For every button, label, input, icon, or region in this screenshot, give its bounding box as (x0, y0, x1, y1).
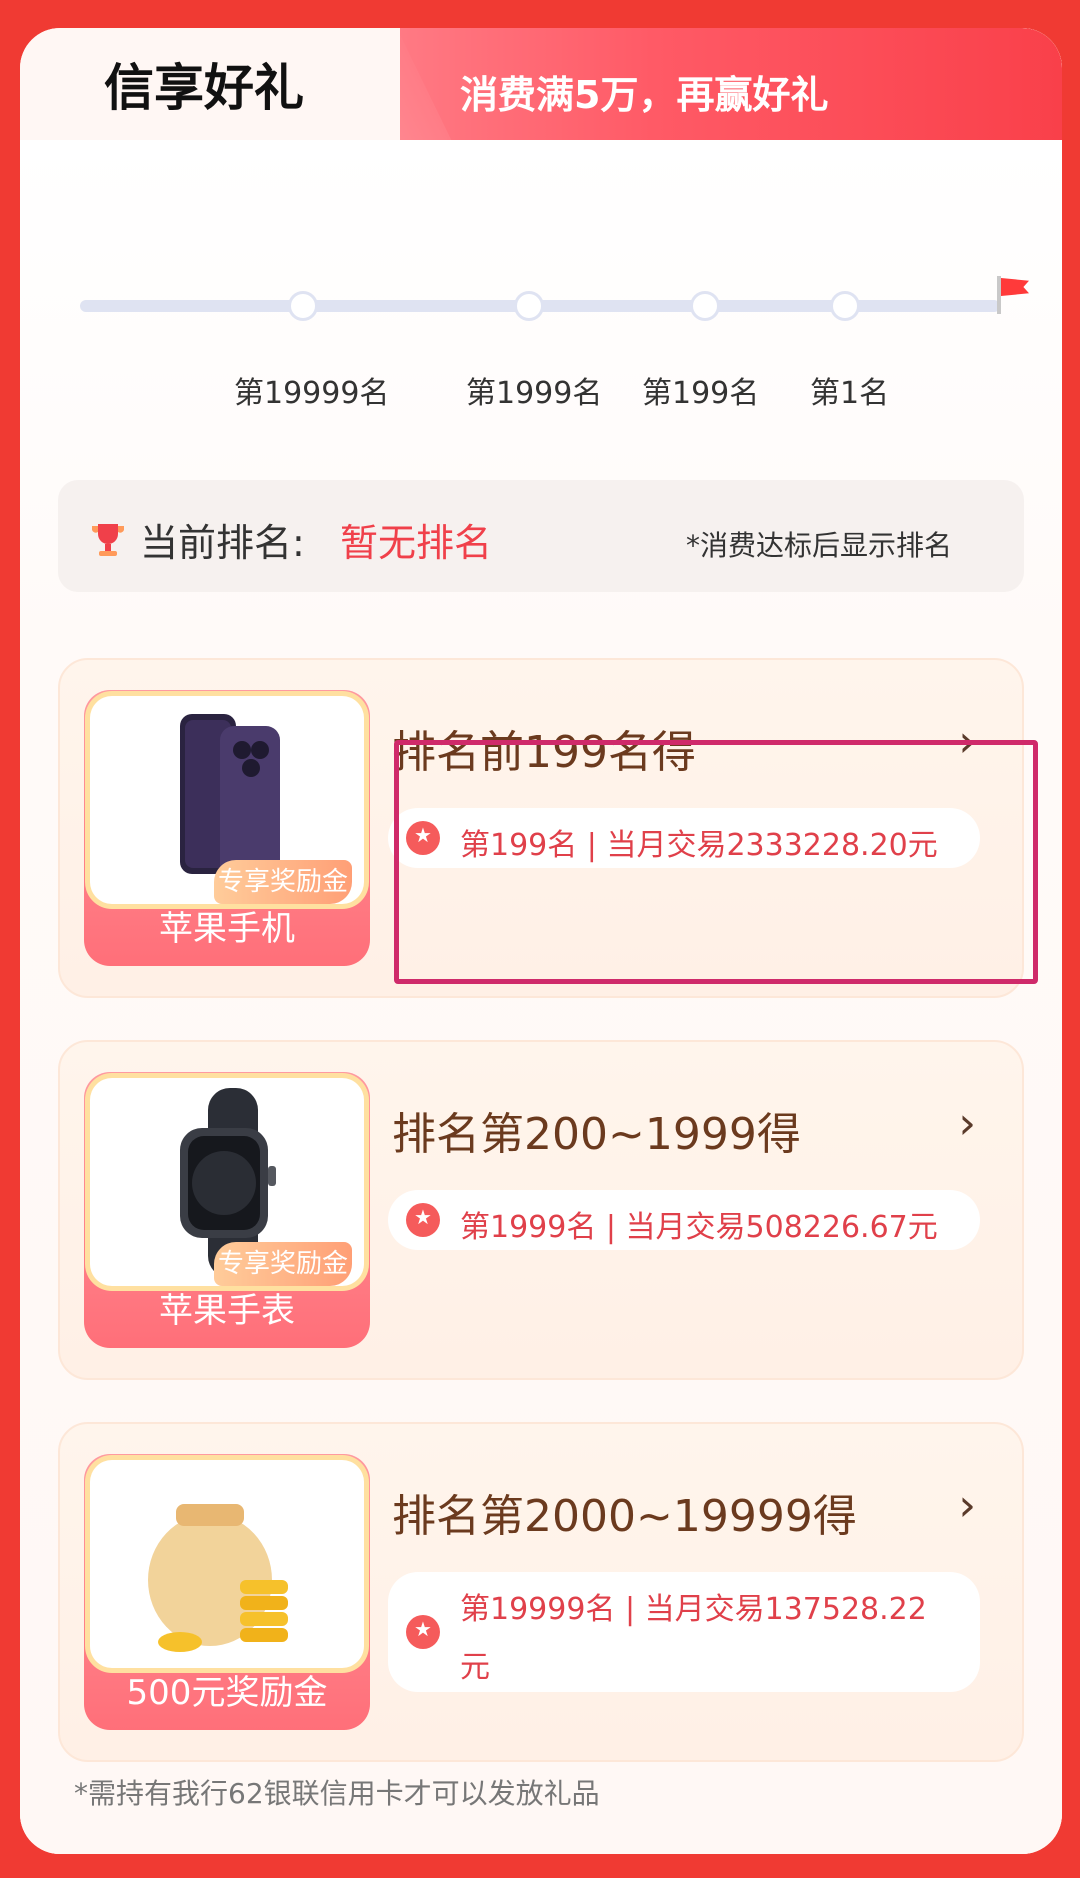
coin-bag-image (90, 1460, 364, 1668)
prize-caption: 苹果手机 (159, 909, 295, 949)
rank-detail-text: 元 (460, 1650, 490, 1685)
prize-title: 排名第200~1999得 (392, 1109, 801, 1160)
reward-card: 信享好礼 消费满5万，再赢好礼 第19999名 第1999名 第199名 第1名… (20, 28, 1062, 1854)
chevron-right-icon[interactable]: › (958, 1480, 976, 1531)
prize-caption: 苹果手表 (159, 1291, 295, 1331)
progress-node (830, 291, 860, 321)
trophy-icon (92, 524, 124, 556)
tab-subtitle[interactable]: 消费满5万，再赢好礼 (460, 64, 828, 119)
prize-thumbnail: 500元奖励金 (84, 1454, 370, 1730)
rank-detail-text: 第19999名 | 当月交易137528.22 (460, 1592, 927, 1627)
prize-card-200-1999[interactable]: 专享奖励金 苹果手表 排名第200~1999得 › 第1999名 | 当月交易5… (58, 1040, 1024, 1380)
progress-label: 第1999名 (466, 376, 603, 411)
reward-badge: 专享奖励金 (214, 860, 352, 904)
progress-node (514, 291, 544, 321)
page-title: 信享好礼 (104, 59, 304, 117)
progress-node (690, 291, 720, 321)
prize-thumbnail: 专享奖励金 苹果手机 (84, 690, 370, 966)
reward-badge: 专享奖励金 (214, 1242, 352, 1286)
rank-note: *消费达标后显示排名 (686, 529, 953, 562)
progress-label: 第19999名 (234, 376, 390, 411)
flag-pole (997, 276, 1001, 314)
progress-node (288, 291, 318, 321)
highlight-box (394, 740, 1038, 984)
medal-icon (406, 1615, 440, 1649)
prize-card-2000-19999[interactable]: 500元奖励金 排名第2000~19999得 › 第19999名 | 当月交易1… (58, 1422, 1024, 1762)
rank-detail-pill: 第1999名 | 当月交易508226.67元 (388, 1190, 980, 1250)
rank-detail-pill: 第19999名 | 当月交易137528.22 元 (388, 1572, 980, 1692)
current-rank-label: 当前排名: (140, 521, 305, 565)
rank-detail-text: 第1999名 | 当月交易508226.67元 (460, 1210, 938, 1245)
footer-note: *需持有我行62银联信用卡才可以发放礼品 (74, 1777, 600, 1810)
progress-label: 第1名 (810, 376, 890, 411)
progress-label: 第199名 (642, 376, 760, 411)
chevron-right-icon[interactable]: › (958, 1098, 976, 1149)
prize-caption: 500元奖励金 (126, 1673, 328, 1713)
prize-title: 排名第2000~19999得 (392, 1491, 857, 1542)
medal-icon (406, 1203, 440, 1237)
prize-thumbnail: 专享奖励金 苹果手表 (84, 1072, 370, 1348)
current-rank-value: 暂无排名 (340, 521, 493, 565)
